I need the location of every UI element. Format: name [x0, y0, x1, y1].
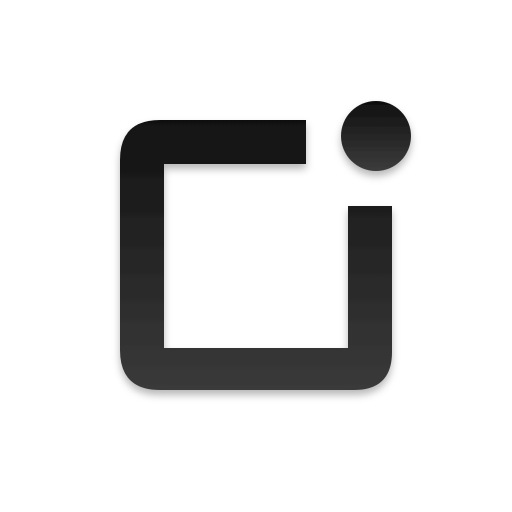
notification-dot: [341, 101, 411, 171]
icon-canvas: [0, 0, 512, 512]
notification-square-dot-icon: [120, 101, 411, 390]
